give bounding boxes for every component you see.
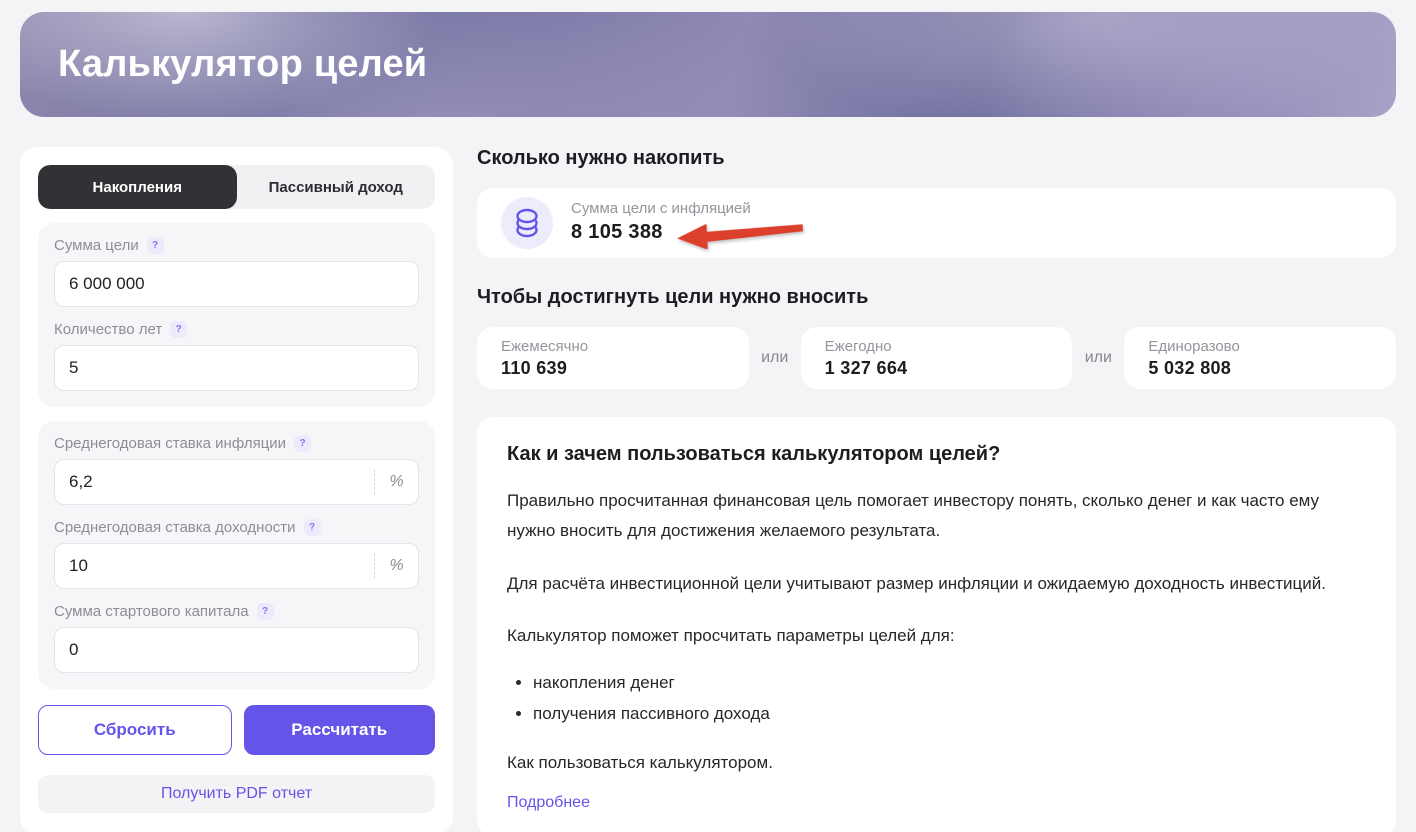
info-heading: Как и зачем пользоваться калькулятором ц… [507, 443, 1001, 465]
result-value: 8 105 388 [571, 221, 663, 243]
info-bullet-list: накопления денег получения пассивного до… [533, 667, 1366, 730]
contribution-options: Ежемесячно 110 639 или Ежегодно 1 327 66… [477, 327, 1397, 389]
percent-icon: % [374, 553, 418, 579]
return-rate-field: Среднегодовая ставка доходности ? % [54, 519, 419, 589]
goal-amount-label: Сумма цели [54, 237, 139, 254]
about-calculator-card: Как и зачем пользоваться калькулятором ц… [477, 417, 1396, 832]
help-icon[interactable]: ? [256, 603, 274, 620]
red-arrow-annotation [676, 223, 803, 250]
info-bullet: накопления денег [533, 667, 1366, 698]
page-header-banner: Калькулятор целей [20, 12, 1396, 117]
results-area: Сколько нужно накопить Сумма цели с инфл… [477, 147, 1397, 832]
result-text: Сумма цели с инфляцией 8 105 388 [571, 199, 805, 250]
calculator-panel: Накопления Пассивный доход Сумма цели ? … [20, 147, 453, 832]
lump-sum-card: Единоразово 5 032 808 [1124, 327, 1397, 389]
reset-button[interactable]: Сбросить [38, 705, 232, 755]
tab-accumulation[interactable]: Накопления [38, 165, 237, 209]
start-capital-label: Сумма стартового капитала [54, 603, 249, 620]
help-icon[interactable]: ? [303, 519, 321, 536]
info-footer-text: Как пользоваться калькулятором. [507, 752, 773, 772]
start-capital-input[interactable] [55, 628, 418, 672]
goal-with-inflation-card: Сумма цели с инфляцией 8 105 388 [477, 188, 1396, 258]
info-paragraph-1: Правильно просчитанная финансовая цель п… [507, 491, 1320, 541]
content-layout: Накопления Пассивный доход Сумма цели ? … [0, 117, 1416, 832]
inflation-rate-input[interactable] [55, 460, 374, 504]
goal-fields-group: Сумма цели ? Количество лет ? [38, 223, 435, 407]
yearly-label: Ежегодно [824, 337, 892, 355]
percent-icon: % [374, 469, 418, 495]
lump-sum-value: 5 032 808 [1148, 357, 1232, 378]
years-input[interactable] [55, 346, 418, 390]
inflation-rate-label: Среднегодовая ставка инфляции [54, 435, 287, 452]
page-title: Калькулятор целей [58, 43, 428, 85]
form-actions: Сбросить Рассчитать [38, 705, 435, 755]
rates-fields-group: Среднегодовая ставка инфляции ? % Средне… [38, 421, 435, 689]
contribute-section-heading: Чтобы достигнуть цели нужно вносить [477, 286, 869, 308]
mode-tabs: Накопления Пассивный доход [38, 165, 435, 209]
monthly-card: Ежемесячно 110 639 [477, 327, 749, 389]
goal-amount-input[interactable] [55, 262, 418, 306]
pdf-report-button[interactable]: Получить PDF отчет [38, 775, 435, 813]
lump-sum-label: Единоразово [1148, 337, 1240, 355]
info-list-intro: Калькулятор поможет просчитать параметры… [507, 625, 955, 645]
help-icon[interactable]: ? [294, 435, 312, 452]
return-rate-input[interactable] [55, 544, 374, 588]
yearly-card: Ежегодно 1 327 664 [800, 327, 1073, 389]
coins-icon [501, 197, 553, 249]
tab-passive-income[interactable]: Пассивный доход [237, 165, 436, 209]
yearly-value: 1 327 664 [824, 357, 908, 378]
monthly-value: 110 639 [501, 357, 568, 378]
help-icon[interactable]: ? [170, 321, 188, 338]
monthly-label: Ежемесячно [501, 337, 589, 355]
info-paragraph-2: Для расчёта инвестиционной цели учитываю… [507, 573, 1326, 593]
years-label: Количество лет [54, 321, 163, 338]
result-label: Сумма цели с инфляцией [571, 199, 751, 217]
calculate-button[interactable]: Рассчитать [243, 705, 435, 755]
goal-amount-field: Сумма цели ? [54, 237, 419, 307]
more-details-link[interactable]: Подробнее [507, 794, 590, 812]
or-separator: или [761, 349, 789, 366]
years-field: Количество лет ? [54, 321, 419, 391]
inflation-rate-field: Среднегодовая ставка инфляции ? % [54, 435, 419, 505]
or-separator: или [1084, 349, 1112, 366]
return-rate-label: Среднегодовая ставка доходности [54, 519, 296, 536]
result-section-heading: Сколько нужно накопить [477, 147, 725, 169]
start-capital-field: Сумма стартового капитала ? [54, 603, 419, 673]
help-icon[interactable]: ? [146, 237, 164, 254]
info-bullet: получения пассивного дохода [533, 698, 1366, 729]
